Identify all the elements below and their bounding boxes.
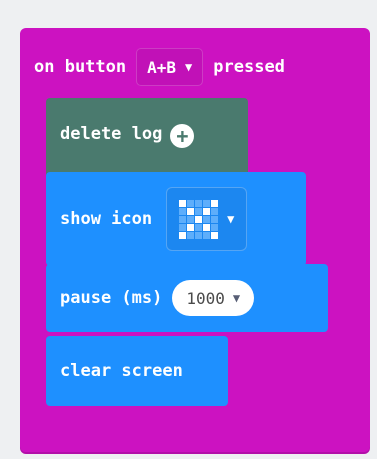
chevron-down-icon: ▼: [185, 60, 193, 74]
pause-label: pause (ms): [60, 288, 163, 308]
clear-screen-block[interactable]: clear screen: [46, 336, 228, 406]
add-icon[interactable]: +: [170, 124, 195, 148]
clear-screen-label: clear screen: [60, 361, 183, 381]
delete-log-block[interactable]: delete log +: [46, 98, 248, 178]
button-value: A+B: [147, 57, 177, 77]
pause-duration-input[interactable]: 1000 ▼: [172, 280, 255, 316]
show-icon-label: show icon: [60, 209, 153, 229]
chevron-down-icon: ▼: [232, 291, 241, 305]
led-pattern-icon: [179, 199, 219, 239]
event-header: on button A+B ▼ pressed: [34, 44, 285, 90]
delete-log-label: delete log: [60, 124, 163, 144]
button-dropdown[interactable]: A+B ▼: [136, 48, 204, 86]
event-suffix-label: pressed: [213, 57, 285, 77]
pause-block[interactable]: pause (ms) 1000 ▼: [46, 264, 328, 332]
show-icon-block[interactable]: show icon ▼: [46, 172, 306, 266]
icon-picker-dropdown[interactable]: ▼: [166, 187, 248, 251]
event-prefix-label: on button: [34, 57, 127, 77]
chevron-down-icon: ▼: [227, 212, 235, 226]
pause-duration-value: 1000: [186, 288, 225, 308]
